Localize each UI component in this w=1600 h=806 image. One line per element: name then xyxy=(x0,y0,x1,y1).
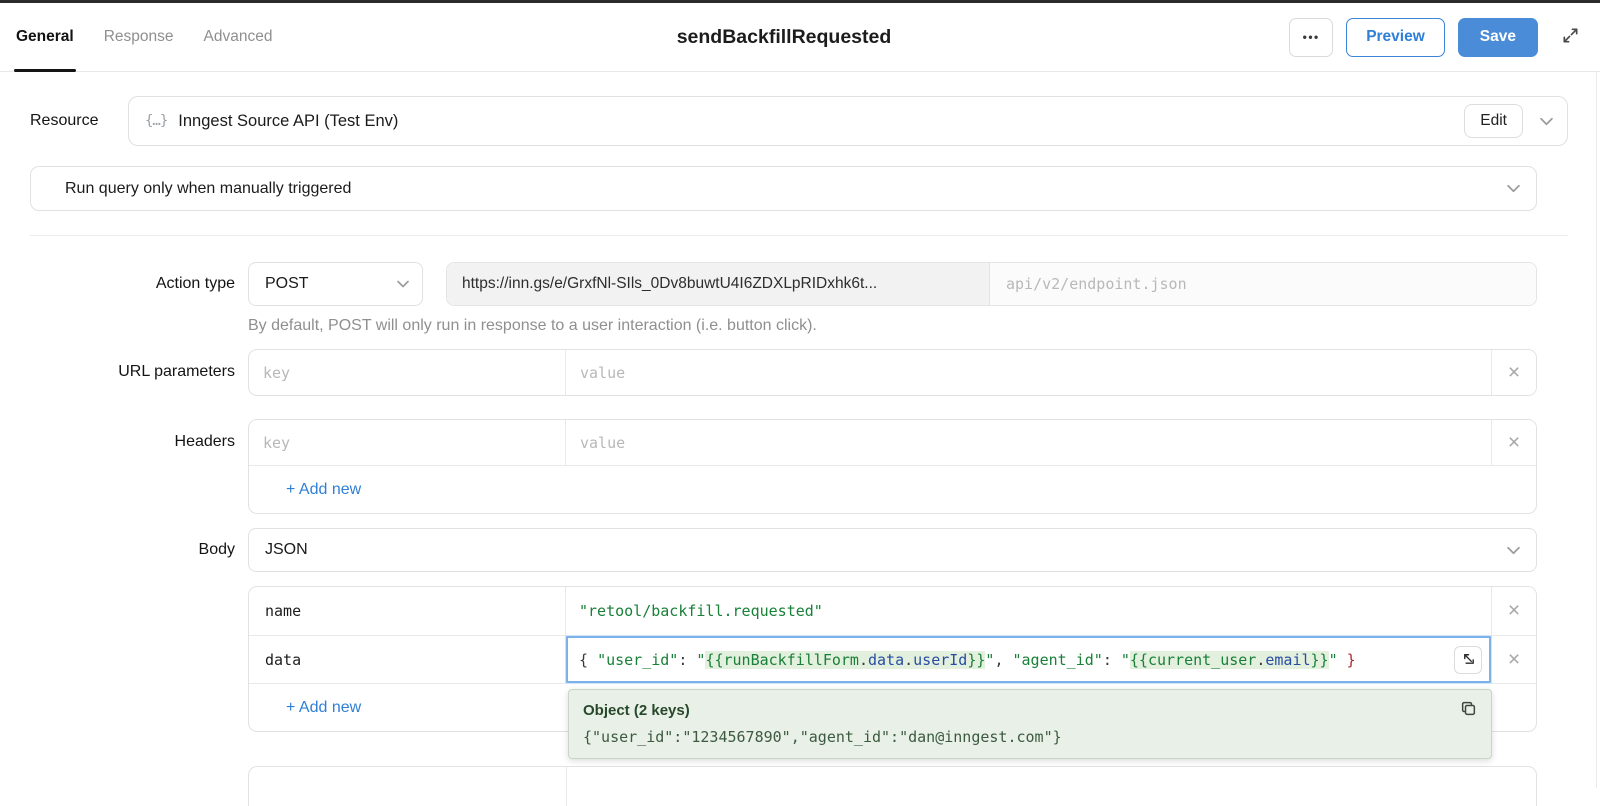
body-type-row: Body JSON xyxy=(30,528,1537,572)
url-param-value-input[interactable] xyxy=(566,350,1491,395)
query-title: sendBackfillRequested xyxy=(676,25,892,48)
url-parameters-row: URL parameters × xyxy=(30,349,1537,396)
body-name-value-cell[interactable]: "retool/backfill.requested" xyxy=(566,587,1491,635)
run-trigger-value: Run query only when manually triggered xyxy=(65,179,352,197)
body-data-value-cell[interactable]: { "user_id": "{{runBackfillForm.data.use… xyxy=(566,636,1491,683)
panel-right-border xyxy=(1596,72,1597,788)
open-editor-button[interactable] xyxy=(1454,645,1482,674)
evaluation-preview-value: {"user_id":"1234567890","agent_id":"dan@… xyxy=(583,728,1062,746)
body-name-key-cell[interactable]: name xyxy=(249,587,566,635)
body-type-select[interactable]: JSON xyxy=(248,528,1537,572)
http-method-select[interactable]: POST xyxy=(248,262,423,306)
kv-divider xyxy=(566,767,567,806)
resource-label: Resource xyxy=(30,112,99,129)
edit-resource-button[interactable]: Edit xyxy=(1464,104,1523,138)
body-name-value: "retool/backfill.requested" xyxy=(579,602,823,620)
next-body-row-partial xyxy=(248,766,1537,806)
expand-arrows-icon xyxy=(1561,26,1580,48)
resource-select[interactable]: {…} Inngest Source API (Test Env) Edit xyxy=(128,96,1568,146)
body-data-key-cell[interactable]: data xyxy=(249,636,566,683)
ellipsis-icon: ••• xyxy=(1302,30,1320,44)
url-field: https://inn.gs/e/GrxfNl-SIls_0Dv8buwtU4I… xyxy=(446,262,1537,306)
chevron-down-icon xyxy=(1507,546,1520,555)
body-label: Body xyxy=(198,541,235,558)
remove-body-data-button[interactable]: × xyxy=(1491,636,1536,683)
close-icon: × xyxy=(1507,647,1521,671)
url-parameters-label: URL parameters xyxy=(118,363,235,380)
query-editor-header: General Response Advanced sendBackfillRe… xyxy=(0,3,1600,72)
action-type-label: Action type xyxy=(155,275,235,292)
fullscreen-expand-button[interactable] xyxy=(1556,23,1584,51)
headers-label: Headers xyxy=(174,433,235,450)
body-type-value: JSON xyxy=(265,541,308,558)
save-button[interactable]: Save xyxy=(1457,17,1538,57)
close-icon: × xyxy=(1507,599,1521,622)
copy-icon xyxy=(1460,700,1477,720)
url-path-cell xyxy=(989,263,1536,305)
action-type-row: Action type POST https://inn.gs/e/GrxfNl… xyxy=(30,262,1537,306)
evaluation-type: Object (2 keys) xyxy=(583,701,690,719)
resource-row: Resource {…} Inngest Source API (Test En… xyxy=(30,96,1568,146)
chevron-down-icon xyxy=(1540,117,1553,126)
evaluation-popup: Object (2 keys) {"user_id":"1234567890",… xyxy=(568,689,1492,759)
tab-response-label: Response xyxy=(103,28,174,45)
section-divider xyxy=(30,235,1568,236)
query-tabs: General Response Advanced xyxy=(14,3,273,72)
expand-editor-icon xyxy=(1461,651,1476,669)
add-body-param-button[interactable]: + Add new xyxy=(286,699,361,717)
header-key-input[interactable] xyxy=(249,420,565,465)
data-code[interactable]: { "user_id": "{{runBackfillForm.data.use… xyxy=(566,650,1448,669)
resource-name: Inngest Source API (Test Env) xyxy=(178,111,399,130)
body-data-key: data xyxy=(265,650,302,669)
headers-row: Headers × + Add new xyxy=(30,419,1537,514)
header-key-cell xyxy=(249,420,566,465)
header-value-input[interactable] xyxy=(566,420,1491,465)
remove-body-name-button[interactable]: × xyxy=(1491,587,1536,635)
headers-add-row: + Add new xyxy=(249,465,1536,513)
body-row-data: data { "user_id": "{{runBackfillForm.dat… xyxy=(249,635,1536,683)
close-icon: × xyxy=(1507,360,1521,384)
header-actions: ••• Preview Save xyxy=(1289,17,1584,57)
header-value-cell xyxy=(566,420,1491,465)
url-param-row: × xyxy=(249,350,1536,395)
remove-url-param-button[interactable]: × xyxy=(1491,350,1536,395)
url-path-input[interactable] xyxy=(992,263,1534,305)
tab-advanced[interactable]: Advanced xyxy=(204,3,273,71)
url-param-key-input[interactable] xyxy=(249,350,565,395)
base-url: https://inn.gs/e/GrxfNl-SIls_0Dv8buwtU4I… xyxy=(447,263,989,305)
tab-general-label: General xyxy=(16,28,74,45)
url-param-key-cell xyxy=(249,350,566,395)
tab-response[interactable]: Response xyxy=(104,3,174,71)
header-row: × xyxy=(249,420,1536,465)
tab-general[interactable]: General xyxy=(14,3,76,72)
url-param-value-cell xyxy=(566,350,1491,395)
body-name-key: name xyxy=(265,602,302,620)
close-icon: × xyxy=(1507,430,1521,454)
more-options-button[interactable]: ••• xyxy=(1289,17,1334,57)
run-trigger-select[interactable]: Run query only when manually triggered xyxy=(30,166,1537,211)
remove-header-button[interactable]: × xyxy=(1491,420,1536,465)
chevron-down-icon xyxy=(1507,184,1520,193)
add-header-button[interactable]: + Add new xyxy=(286,481,361,499)
http-method-value: POST xyxy=(265,275,309,292)
post-run-hint: By default, POST will only run in respon… xyxy=(248,317,817,334)
chevron-down-icon xyxy=(397,280,409,288)
request-form: Action type POST https://inn.gs/e/GrxfNl… xyxy=(30,262,1537,732)
tab-advanced-label: Advanced xyxy=(203,28,273,45)
body-row-name: name "retool/backfill.requested" × xyxy=(249,587,1536,635)
rest-api-braces-icon: {…} xyxy=(145,113,168,129)
copy-value-button[interactable] xyxy=(1460,700,1477,720)
preview-button[interactable]: Preview xyxy=(1346,17,1445,57)
